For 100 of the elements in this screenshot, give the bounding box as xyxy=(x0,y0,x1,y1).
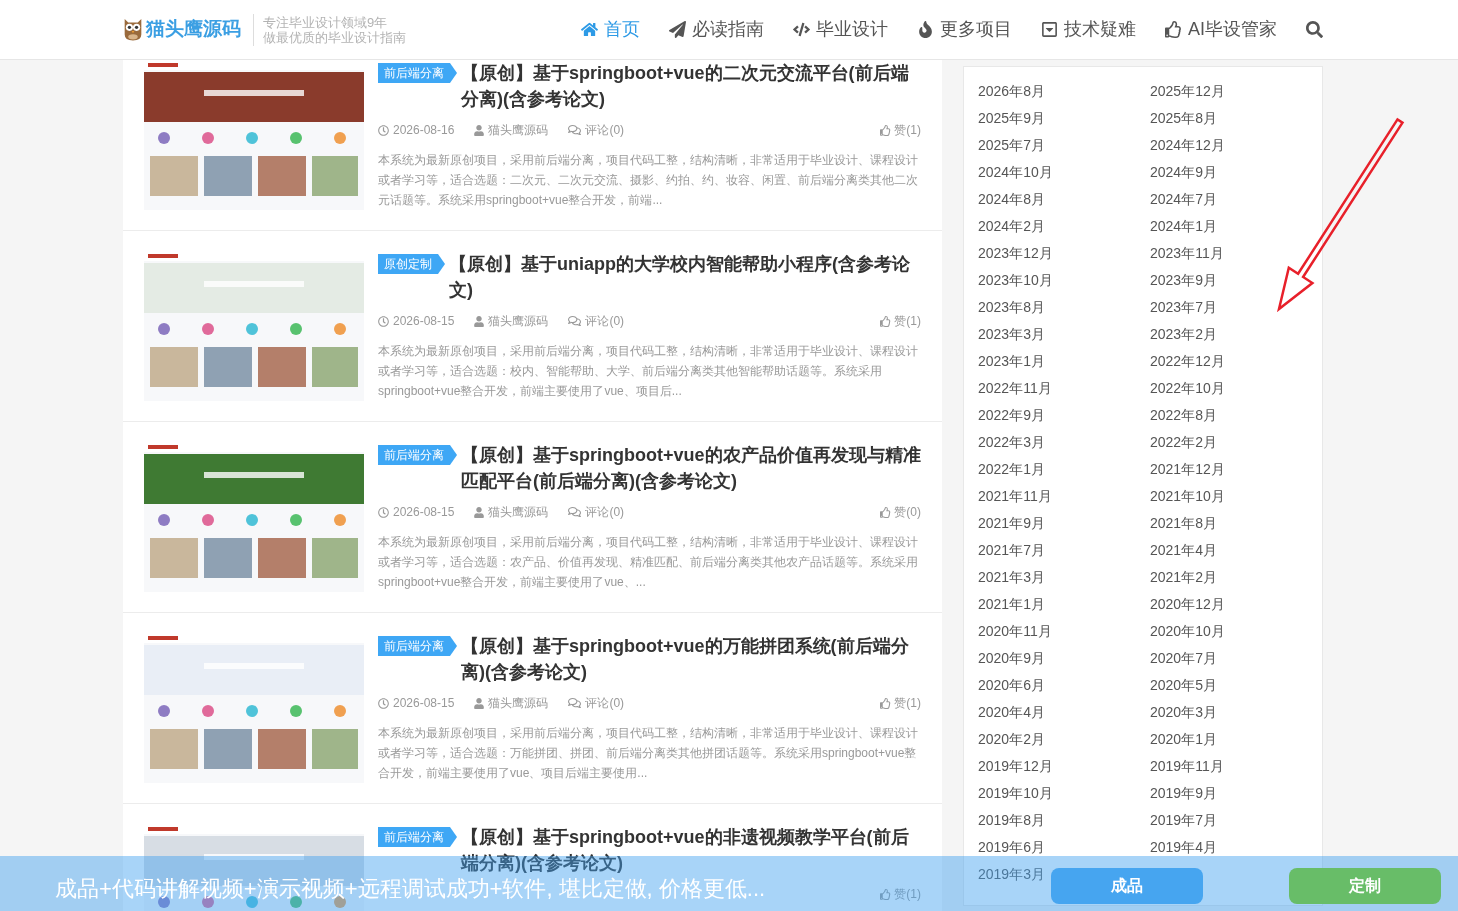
archive-month-link[interactable]: 2020年5月 xyxy=(1150,672,1217,699)
post-date: 2026-08-15 xyxy=(393,313,455,330)
archive-month-link[interactable]: 2020年1月 xyxy=(1150,726,1217,753)
archive-month-link[interactable]: 2020年2月 xyxy=(978,726,1045,753)
archive-month-link[interactable]: 2021年2月 xyxy=(1150,564,1217,591)
thumbs-up-icon xyxy=(880,124,892,136)
archive-month-link[interactable]: 2024年10月 xyxy=(978,159,1053,186)
archive-month-link[interactable]: 2024年7月 xyxy=(1150,186,1217,213)
comments-icon xyxy=(568,315,582,327)
archive-month-link[interactable]: 2026年8月 xyxy=(978,78,1045,105)
nav-link[interactable]: 更多项目 xyxy=(917,16,1012,43)
post-date: 2026-08-15 xyxy=(393,504,455,521)
archive-month-link[interactable]: 2024年12月 xyxy=(1150,132,1225,159)
archive-month-link[interactable]: 2019年8月 xyxy=(978,807,1045,834)
archive-month-link[interactable]: 2023年7月 xyxy=(1150,294,1217,321)
user-icon xyxy=(474,697,485,709)
article-excerpt: 本系统为最新原创项目，采用前后端分离，项目代码工整，结构清晰，非常适用于毕业设计、课程设计或者学习等，适合选题：二次元、二次元交流、摄影、约拍、约、妆容、闲置、前后端分离类其他二次元话题等。系统采用springboot+vue整合开发，前端... xyxy=(378,152,919,209)
archive-month-link[interactable]: 2023年2月 xyxy=(1150,321,1217,348)
search-icon xyxy=(1306,21,1323,38)
user-icon xyxy=(474,124,485,136)
archive-month-link[interactable]: 2023年1月 xyxy=(978,348,1045,375)
archive-month-link[interactable]: 2022年8月 xyxy=(1150,402,1217,429)
archive-month-link[interactable]: 2019年12月 xyxy=(978,753,1053,780)
clock-icon xyxy=(378,697,389,709)
nav-link[interactable]: 毕业设计 xyxy=(793,16,888,43)
article-excerpt: 本系统为最新原创项目，采用前后端分离，项目代码工整，结构清晰，非常适用于毕业设计、课程设计或者学习等，适合选题：校内、智能帮助、大学、前后端分离类其他智能帮助话题等。系统采用springboot+vue整合开发，前端主要使用了vue、项目后... xyxy=(378,343,919,400)
archive-month-link[interactable]: 2019年6月 xyxy=(978,834,1045,861)
article-excerpt: 本系统为最新原创项目，采用前后端分离，项目代码工整，结构清晰，非常适用于毕业设计、课程设计或者学习等，适合选题：万能拼团、拼团、前后端分离类其他拼团话题等。系统采用springboot+vue整合开发，前端主要使用了vue、项目后端主要使用... xyxy=(378,725,919,782)
article-excerpt: 本系统为最新原创项目，采用前后端分离，项目代码工整，结构清晰，非常适用于毕业设计、课程设计或者学习等，适合选题：农产品、价值再发现、精准匹配、前后端分离类其他农产品话题等。系统采用springboot+vue整合开发，前端主要使用了vue、... xyxy=(378,534,919,591)
archive-month-link[interactable]: 2024年9月 xyxy=(1150,159,1217,186)
archive-month-link[interactable]: 2022年3月 xyxy=(978,429,1045,456)
archive-month-link[interactable]: 2020年6月 xyxy=(978,672,1045,699)
archive-month-link[interactable]: 2022年12月 xyxy=(1150,348,1225,375)
archive-month-link[interactable]: 2025年8月 xyxy=(1150,105,1217,132)
clock-icon xyxy=(378,124,389,136)
article-title-link[interactable]: 【原创】基于uniapp的大学校内智能帮助小程序(含参考论文) xyxy=(449,251,921,303)
search-button[interactable] xyxy=(1306,21,1323,38)
archive-month-link[interactable]: 2024年2月 xyxy=(978,213,1045,240)
archive-month-link[interactable]: 2019年11月 xyxy=(1150,753,1224,780)
comments-icon xyxy=(568,506,582,518)
clock-icon xyxy=(378,506,389,518)
user-icon xyxy=(474,506,485,518)
archive-month-link[interactable]: 2020年4月 xyxy=(978,699,1045,726)
user-icon xyxy=(474,315,485,327)
archive-month-link[interactable]: 2020年9月 xyxy=(978,645,1045,672)
post-date: 2026-08-15 xyxy=(393,695,455,712)
article-title-link[interactable]: 【原创】基于springboot+vue的二次元交流平台(前后端分离)(含参考论文) xyxy=(461,60,921,112)
archive-month-link[interactable]: 2023年11月 xyxy=(1150,240,1224,267)
archive-month-link[interactable]: 2023年9月 xyxy=(1150,267,1217,294)
archive-month-link[interactable]: 2022年2月 xyxy=(1150,429,1217,456)
archive-month-link[interactable]: 2023年8月 xyxy=(978,294,1045,321)
archive-month-link[interactable]: 2020年10月 xyxy=(1150,618,1225,645)
archive-month-link[interactable]: 2023年10月 xyxy=(978,267,1053,294)
archive-month-link[interactable]: 2021年9月 xyxy=(978,510,1045,537)
archive-month-link[interactable]: 2022年9月 xyxy=(978,402,1045,429)
promo-text: 成品+代码讲解视频+演示视频+远程调试成功+软件, 堪比定做, 价格更低... xyxy=(55,875,766,903)
clock-icon xyxy=(378,315,389,327)
comments-icon xyxy=(568,697,582,709)
thumbs-up-icon xyxy=(880,697,892,709)
tagline-text: 专注毕业设计领域9年 xyxy=(263,15,389,30)
thumbs-up-icon xyxy=(880,506,892,518)
archive-month-link[interactable]: 2021年8月 xyxy=(1150,510,1217,537)
nav-link[interactable]: AI毕设管家 xyxy=(1165,16,1277,43)
archive-month-link[interactable]: 2025年12月 xyxy=(1150,78,1225,105)
article-title-link[interactable]: 【原创】基于springboot+vue的农产品价值再发现与精准匹配平台(前后端分离)(含参考论文) xyxy=(461,442,921,494)
archive-month-link[interactable]: 2021年7月 xyxy=(978,537,1045,564)
home-icon xyxy=(581,21,598,38)
archive-month-link[interactable]: 2021年10月 xyxy=(1150,483,1225,510)
archive-month-link[interactable]: 2019年10月 xyxy=(978,780,1053,807)
archive-month-link[interactable]: 2021年12月 xyxy=(1150,456,1225,483)
nav-link[interactable]: 技术疑难 xyxy=(1041,16,1136,43)
archive-month-link[interactable]: 2020年11月 xyxy=(978,618,1052,645)
archive-month-link[interactable]: 2025年9月 xyxy=(978,105,1045,132)
code-icon xyxy=(793,21,810,38)
archive-month-link[interactable]: 2022年11月 xyxy=(978,375,1052,402)
archive-month-link[interactable]: 2024年8月 xyxy=(978,186,1045,213)
thumbs-up-icon xyxy=(880,315,892,327)
owl-icon xyxy=(123,18,143,41)
archive-month-link[interactable]: 2021年11月 xyxy=(978,483,1052,510)
article-title-link[interactable]: 【原创】基于springboot+vue的万能拼团系统(前后端分离)(含参考论文) xyxy=(461,633,921,685)
archive-month-link[interactable]: 2020年12月 xyxy=(1150,591,1225,618)
archive-month-link[interactable]: 2023年3月 xyxy=(978,321,1045,348)
archive-month-link[interactable]: 2019年7月 xyxy=(1150,807,1217,834)
archive-month-link[interactable]: 2019年9月 xyxy=(1150,780,1217,807)
archive-month-link[interactable]: 2022年1月 xyxy=(978,456,1045,483)
archive-month-link[interactable]: 2020年3月 xyxy=(1150,699,1217,726)
archive-month-link[interactable]: 2020年7月 xyxy=(1150,645,1217,672)
flame-icon xyxy=(917,21,934,38)
archive-month-link[interactable]: 2024年1月 xyxy=(1150,213,1217,240)
nav-link[interactable]: 必读指南 xyxy=(669,16,764,43)
archive-month-link[interactable]: 2025年7月 xyxy=(978,132,1045,159)
archive-month-link[interactable]: 2021年3月 xyxy=(978,564,1045,591)
post-date: 2026-08-16 xyxy=(393,122,455,139)
archive-month-link[interactable]: 2021年1月 xyxy=(978,591,1045,618)
archive-month-link[interactable]: 2022年10月 xyxy=(1150,375,1225,402)
archive-month-link[interactable]: 2021年4月 xyxy=(1150,537,1217,564)
paper-plane-icon xyxy=(669,21,686,38)
article-title-link[interactable]: 【原创】基于springboot+vue的非遗视频教学平台(前后端分离)(含参考论文) xyxy=(461,824,921,876)
archive-month-link[interactable]: 2023年12月 xyxy=(978,240,1053,267)
archive-month-link[interactable]: 2019年4月 xyxy=(1150,834,1217,861)
